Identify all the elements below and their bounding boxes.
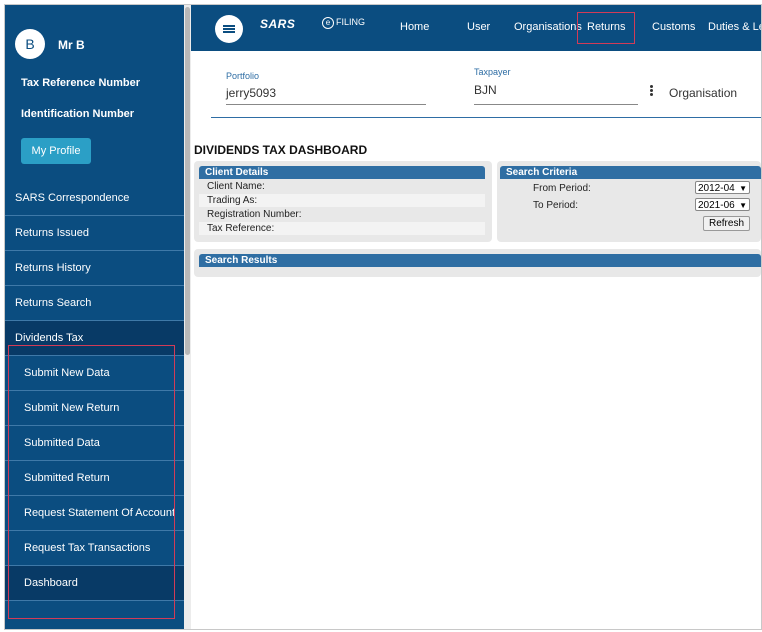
to-period-label: To Period: <box>533 200 579 211</box>
from-period-select[interactable]: 2012-04 ▼ <box>695 181 750 194</box>
client-details-panel: Client Details Client Name: Trading As: … <box>194 161 492 242</box>
chevron-down-icon: ▼ <box>739 201 747 210</box>
nav-user[interactable]: User <box>467 21 490 33</box>
sidebar-item-returns-issued[interactable]: Returns Issued <box>5 216 184 251</box>
avatar[interactable]: B <box>15 29 45 59</box>
search-results-panel: Search Results <box>194 249 761 277</box>
search-results-header: Search Results <box>199 254 761 267</box>
tax-reference-row: Tax Reference: <box>199 222 485 235</box>
sidebar-item-request-statement-of-account[interactable]: Request Statement Of Account <box>5 496 184 531</box>
sidebar-item-dividends-tax[interactable]: Dividends Tax <box>5 321 184 356</box>
search-criteria-header: Search Criteria <box>500 166 761 179</box>
sidebar-item-returns-history[interactable]: Returns History <box>5 251 184 286</box>
from-period-value: 2012-04 <box>698 183 735 194</box>
sidebar-item-submitted-return[interactable]: Submitted Return <box>5 461 184 496</box>
sidebar-item-dashboard[interactable]: Dashboard <box>5 566 184 601</box>
portfolio-underline <box>226 104 426 105</box>
portfolio-label: Portfolio <box>226 71 260 81</box>
profile-panel: B Mr B Tax Reference Number Identificati… <box>5 5 184 180</box>
portfolio-select[interactable]: jerry5093 <box>226 86 276 100</box>
sidebar-item-submit-new-return[interactable]: Submit New Return <box>5 391 184 426</box>
identification-number-label: Identification Number <box>21 108 135 120</box>
refresh-button[interactable]: Refresh <box>703 216 750 231</box>
registration-number-row: Registration Number: <box>207 209 302 220</box>
sidebar-menu: SARS Correspondence Returns Issued Retur… <box>5 181 184 601</box>
client-details-header: Client Details <box>199 166 485 179</box>
to-period-value: 2021-06 <box>698 200 735 211</box>
filters-divider <box>211 117 761 118</box>
efiling-logo: e FILING <box>322 17 365 29</box>
nav-duties-levies[interactable]: Duties & Levi <box>708 21 761 33</box>
tax-reference-label: Tax Reference Number <box>21 77 141 89</box>
sidebar-scrollbar-thumb[interactable] <box>185 7 190 355</box>
chevron-down-icon: ▼ <box>739 184 747 193</box>
sidebar-item-sars-correspondence[interactable]: SARS Correspondence <box>5 181 184 216</box>
taxpayer-label: Taxpayer <box>474 67 511 77</box>
nav-returns[interactable]: Returns <box>587 21 626 33</box>
from-period-label: From Period: <box>533 183 591 194</box>
client-name-row: Client Name: <box>207 181 265 192</box>
portfolio-taxpayer-bar: Portfolio jerry5093 Taxpayer BJN Organis… <box>191 51 761 131</box>
sidebar-item-returns-search[interactable]: Returns Search <box>5 286 184 321</box>
app-window: B Mr B Tax Reference Number Identificati… <box>4 4 762 630</box>
nav-home[interactable]: Home <box>400 21 429 33</box>
to-period-select[interactable]: 2021-06 ▼ <box>695 198 750 211</box>
sidebar-item-request-tax-transactions[interactable]: Request Tax Transactions <box>5 531 184 566</box>
search-criteria-panel: Search Criteria From Period: 2012-04 ▼ To… <box>497 161 761 242</box>
hamburger-menu-icon[interactable] <box>215 15 243 43</box>
my-profile-button[interactable]: My Profile <box>21 138 91 164</box>
sars-logo[interactable]: SARS <box>260 17 295 31</box>
organisation-label[interactable]: Organisation <box>669 86 737 100</box>
sidebar-item-submitted-data[interactable]: Submitted Data <box>5 426 184 461</box>
sidebar: B Mr B Tax Reference Number Identificati… <box>5 5 184 629</box>
efiling-logo-text: FILING <box>336 17 366 27</box>
top-navigation: SARS e FILING Home User Organisations Ret… <box>191 5 761 51</box>
taxpayer-underline <box>474 104 638 105</box>
nav-customs[interactable]: Customs <box>652 21 695 33</box>
more-options-icon[interactable] <box>650 85 653 97</box>
sars-logo-text: SARS <box>260 17 296 31</box>
trading-as-row: Trading As: <box>199 194 485 207</box>
page-title: DIVIDENDS TAX DASHBOARD <box>194 143 368 157</box>
user-name: Mr B <box>58 38 85 52</box>
nav-organisations[interactable]: Organisations <box>514 21 582 33</box>
taxpayer-select[interactable]: BJN <box>474 83 497 97</box>
efiling-logo-mark: e <box>322 17 334 29</box>
sidebar-item-submit-new-data[interactable]: Submit New Data <box>5 356 184 391</box>
